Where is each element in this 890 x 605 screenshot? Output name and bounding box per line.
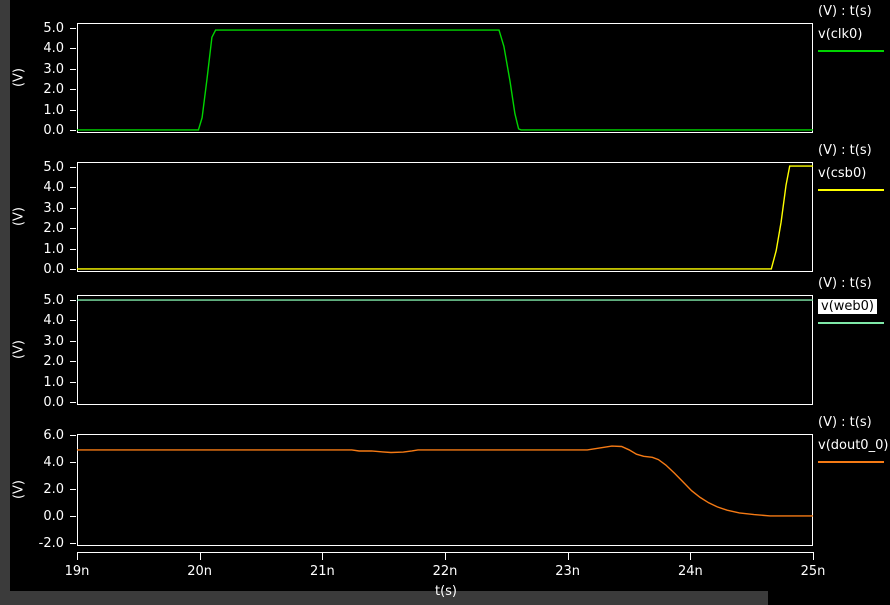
plot-frame-web0[interactable] — [77, 295, 813, 405]
trace-web0 — [77, 295, 813, 405]
x-tick-mark — [568, 552, 569, 560]
y-tick-mark — [70, 269, 76, 270]
y-tick-mark — [70, 110, 76, 111]
y-tick-label: 0.0 — [0, 262, 64, 277]
legend-color-line-dout0-0 — [818, 461, 884, 463]
legend-color-line-csb0 — [818, 189, 884, 191]
x-tick-mark — [322, 552, 323, 560]
signal-label-clk0[interactable]: v(clk0) — [818, 27, 862, 42]
y-tick-mark — [70, 167, 76, 168]
y-tick-mark — [70, 382, 76, 383]
y-tick-mark — [70, 361, 76, 362]
x-axis-title: t(s) — [435, 584, 457, 599]
y-tick-mark — [70, 489, 76, 490]
legend-color-line-clk0 — [818, 50, 884, 52]
x-tick-mark — [77, 552, 78, 560]
y-tick-mark — [70, 516, 76, 517]
plot-csb0: (V) (V) : t(s) v(csb0) 5.04.03.02.01.00.… — [0, 162, 890, 272]
y-tick-mark — [70, 462, 76, 463]
legend-color-line-web0 — [818, 322, 884, 324]
plot-frame-csb0[interactable] — [77, 162, 813, 272]
y-tick-label: 1.0 — [0, 375, 64, 390]
x-tick-label: 21n — [310, 564, 335, 579]
y-tick-label: 4.0 — [0, 313, 64, 328]
legend-axis-type-web0: (V) : t(s) — [818, 276, 872, 291]
legend-axis-type-dout0-0: (V) : t(s) — [818, 415, 872, 430]
y-tick-mark — [70, 69, 76, 70]
plot-frame-clk0[interactable] — [77, 23, 813, 133]
waveform-viewer: (V) (V) : t(s) v(clk0) 5.04.03.02.01.00.… — [0, 0, 890, 605]
x-tick-label: 22n — [433, 564, 458, 579]
y-tick-mark — [70, 320, 76, 321]
plot-web0: (V) (V) : t(s) v(web0) 5.04.03.02.01.00.… — [0, 295, 890, 405]
y-tick-mark — [70, 28, 76, 29]
y-tick-label: 3.0 — [0, 334, 64, 349]
signal-label-dout0-0[interactable]: v(dout0_0) — [818, 438, 888, 453]
plot-frame-dout0-0[interactable] — [77, 434, 813, 546]
trace-dout0-0 — [77, 434, 813, 546]
y-tick-mark — [70, 187, 76, 188]
y-tick-label: 6.0 — [0, 428, 64, 443]
y-tick-label: 4.0 — [0, 180, 64, 195]
trace-clk0 — [77, 23, 813, 133]
x-tick-label: 25n — [801, 564, 826, 579]
y-tick-mark — [70, 208, 76, 209]
x-tick-label: 23n — [555, 564, 580, 579]
y-tick-label: 1.0 — [0, 242, 64, 257]
y-tick-label: 0.0 — [0, 395, 64, 410]
x-tick-mark — [813, 552, 814, 560]
y-tick-label: -2.0 — [0, 536, 64, 551]
signal-label-web0[interactable]: v(web0) — [818, 299, 877, 314]
y-tick-label: 2.0 — [0, 82, 64, 97]
y-tick-label: 0.0 — [0, 123, 64, 138]
x-tick-label: 19n — [65, 564, 90, 579]
y-tick-label: 1.0 — [0, 103, 64, 118]
y-tick-label: 2.0 — [0, 221, 64, 236]
y-tick-mark — [70, 402, 76, 403]
y-tick-mark — [70, 228, 76, 229]
trace-csb0 — [77, 162, 813, 272]
y-tick-label: 5.0 — [0, 21, 64, 36]
y-tick-mark — [70, 435, 76, 436]
y-tick-label: 5.0 — [0, 160, 64, 175]
y-tick-label: 0.0 — [0, 509, 64, 524]
y-tick-label: 4.0 — [0, 41, 64, 56]
window-edge-bottom — [0, 591, 768, 605]
y-tick-label: 2.0 — [0, 354, 64, 369]
y-tick-mark — [70, 341, 76, 342]
plot-dout0-0: (V) (V) : t(s) v(dout0_0) 6.04.02.00.0-2… — [0, 434, 890, 546]
y-tick-label: 3.0 — [0, 62, 64, 77]
y-tick-mark — [70, 48, 76, 49]
legend-axis-type-clk0: (V) : t(s) — [818, 4, 872, 19]
x-tick-mark — [200, 552, 201, 560]
y-tick-mark — [70, 130, 76, 131]
y-tick-label: 3.0 — [0, 201, 64, 216]
plot-clk0: (V) (V) : t(s) v(clk0) 5.04.03.02.01.00.… — [0, 23, 890, 133]
y-tick-mark — [70, 89, 76, 90]
y-tick-label: 5.0 — [0, 293, 64, 308]
x-tick-label: 20n — [187, 564, 212, 579]
signal-label-csb0[interactable]: v(csb0) — [818, 166, 866, 181]
x-tick-label: 24n — [678, 564, 703, 579]
y-tick-mark — [70, 543, 76, 544]
x-tick-mark — [690, 552, 691, 560]
y-tick-mark — [70, 249, 76, 250]
y-tick-mark — [70, 300, 76, 301]
y-tick-label: 2.0 — [0, 482, 64, 497]
y-tick-label: 4.0 — [0, 455, 64, 470]
legend-axis-type-csb0: (V) : t(s) — [818, 143, 872, 158]
x-tick-mark — [445, 552, 446, 560]
